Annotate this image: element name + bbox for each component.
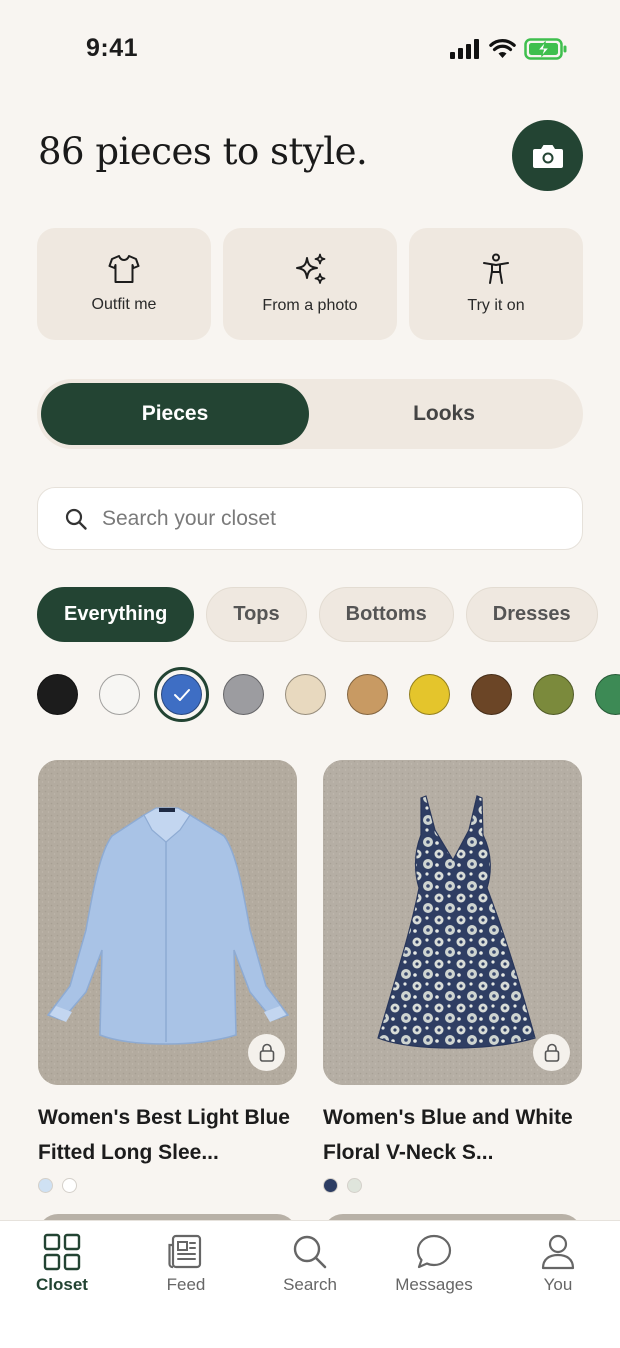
tshirt-icon bbox=[108, 255, 140, 283]
item-title: Women's Best Light Blue Fitted Long Slee… bbox=[38, 1106, 290, 1164]
grid-icon bbox=[43, 1233, 81, 1271]
tab-messages-label: Messages bbox=[395, 1275, 473, 1294]
segment-pieces[interactable]: Pieces bbox=[41, 383, 309, 445]
from-a-photo-button[interactable]: From a photo bbox=[223, 228, 397, 340]
camera-button[interactable] bbox=[512, 120, 583, 191]
lock-button[interactable] bbox=[248, 1034, 285, 1071]
checkmark-icon bbox=[162, 675, 201, 714]
color-swatch[interactable] bbox=[347, 674, 388, 715]
newspaper-icon bbox=[168, 1234, 202, 1269]
battery-charging-icon bbox=[524, 38, 567, 60]
color-swatch[interactable] bbox=[154, 667, 209, 722]
item-color-dots bbox=[323, 1178, 582, 1193]
search-icon bbox=[293, 1235, 327, 1269]
item-photo bbox=[38, 760, 297, 1085]
color-swatch[interactable] bbox=[595, 674, 620, 715]
sparkles-icon bbox=[296, 253, 326, 284]
chip-dresses[interactable]: Dresses bbox=[465, 587, 598, 642]
lock-icon bbox=[259, 1043, 274, 1062]
item-color-dot bbox=[347, 1178, 362, 1193]
item-grid: Women's Best Light Blue Fitted Long Slee… bbox=[38, 760, 583, 1193]
color-swatch[interactable] bbox=[471, 674, 512, 715]
lock-icon bbox=[544, 1043, 559, 1062]
status-time: 9:41 bbox=[86, 34, 139, 62]
quick-actions: Outfit me From a photo Try it on bbox=[37, 228, 583, 340]
category-filters: Everything Tops Bottoms Dresses bbox=[37, 587, 598, 642]
tab-search-label: Search bbox=[283, 1275, 337, 1294]
tab-feed-label: Feed bbox=[166, 1275, 206, 1294]
bottom-tab-bar: Closet Feed Search Messages You bbox=[0, 1220, 620, 1348]
signal-icon bbox=[450, 39, 479, 59]
page-title: 86 pieces to style. bbox=[38, 130, 368, 173]
try-it-on-button[interactable]: Try it on bbox=[409, 228, 583, 340]
tab-messages[interactable]: Messages bbox=[372, 1221, 496, 1348]
chip-everything[interactable]: Everything bbox=[37, 587, 195, 642]
search-input[interactable]: Search your closet bbox=[37, 487, 583, 550]
tab-you[interactable]: You bbox=[496, 1221, 620, 1348]
tab-you-label: You bbox=[543, 1275, 573, 1294]
color-swatch[interactable] bbox=[37, 674, 78, 715]
outfit-me-label: Outfit me bbox=[91, 296, 157, 313]
status-icons bbox=[450, 38, 568, 60]
wifi-icon bbox=[489, 39, 516, 58]
color-swatch[interactable] bbox=[223, 674, 264, 715]
item-color-dot bbox=[38, 1178, 53, 1193]
chat-bubble-icon bbox=[416, 1234, 452, 1269]
search-placeholder: Search your closet bbox=[102, 506, 276, 530]
item-photo bbox=[323, 760, 582, 1085]
tab-closet-label: Closet bbox=[36, 1275, 88, 1294]
chip-bottoms[interactable]: Bottoms bbox=[318, 587, 454, 642]
tab-closet[interactable]: Closet bbox=[0, 1221, 124, 1348]
chip-tops[interactable]: Tops bbox=[206, 587, 307, 642]
status-bar: 9:41 bbox=[0, 0, 620, 100]
tab-feed[interactable]: Feed bbox=[124, 1221, 248, 1348]
try-it-on-label: Try it on bbox=[467, 297, 525, 314]
color-swatch[interactable] bbox=[409, 674, 450, 715]
item-color-dot bbox=[62, 1178, 77, 1193]
color-filters bbox=[37, 667, 620, 722]
item-title: Women's Blue and White Floral V-Neck S..… bbox=[323, 1106, 573, 1164]
camera-icon bbox=[532, 144, 563, 168]
segment-looks[interactable]: Looks bbox=[309, 383, 579, 445]
item-color-dot bbox=[323, 1178, 338, 1193]
color-swatch[interactable] bbox=[99, 674, 140, 715]
search-icon bbox=[65, 508, 87, 530]
outfit-me-button[interactable]: Outfit me bbox=[37, 228, 211, 340]
view-segmented-control: Pieces Looks bbox=[37, 379, 583, 449]
color-swatch[interactable] bbox=[285, 674, 326, 715]
person-icon bbox=[483, 253, 509, 284]
from-a-photo-label: From a photo bbox=[262, 297, 358, 314]
user-icon bbox=[541, 1234, 575, 1270]
tab-search[interactable]: Search bbox=[248, 1221, 372, 1348]
item-card[interactable]: Women's Blue and White Floral V-Neck S..… bbox=[323, 760, 582, 1193]
lock-button[interactable] bbox=[533, 1034, 570, 1071]
color-swatch[interactable] bbox=[533, 674, 574, 715]
item-color-dots bbox=[38, 1178, 297, 1193]
item-card[interactable]: Women's Best Light Blue Fitted Long Slee… bbox=[38, 760, 297, 1193]
